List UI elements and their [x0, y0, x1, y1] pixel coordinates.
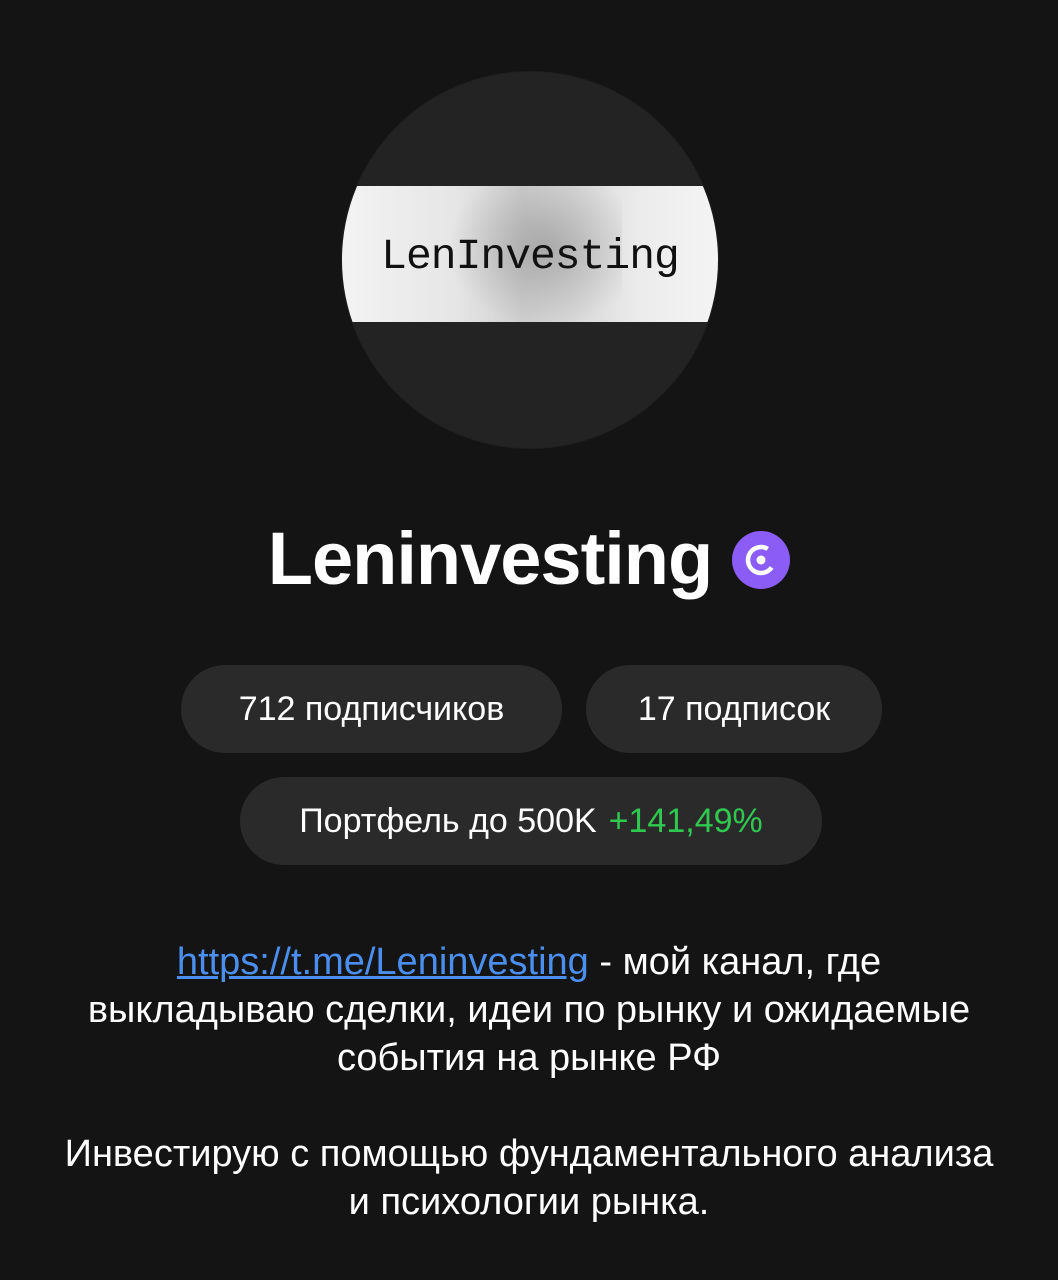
portfolio-gain: +141,49% [608, 801, 763, 840]
profile-name: Leninvesting [267, 516, 713, 600]
bio-paragraph-2: Инвестирую с помощью фундаментального ан… [64, 1133, 994, 1223]
bio-spacer [60, 1082, 998, 1130]
verified-author-icon[interactable] [732, 531, 791, 589]
followers-button[interactable]: 712 подписчиков [181, 665, 562, 753]
profile-bio: https://t.me/Leninvesting - мой канал, г… [60, 938, 998, 1226]
bio-paragraph-1: https://t.me/Leninvesting - мой канал, г… [60, 938, 998, 1082]
portfolio-button[interactable]: Портфель до 500K +141,49% [240, 777, 822, 865]
portfolio-label: Портфель до 500K [299, 801, 597, 840]
avatar-logo-text: LenInvesting [381, 231, 680, 281]
channel-link[interactable]: https://t.me/Leninvesting [177, 941, 589, 983]
following-count-label: 17 подписок [637, 689, 831, 728]
avatar[interactable]: LenInvesting [342, 72, 718, 448]
following-button[interactable]: 17 подписок [586, 665, 882, 753]
followers-count-label: 712 подписчиков [238, 689, 505, 728]
profile-header: Leninvesting [0, 510, 1058, 606]
verified-author-glyph [745, 544, 777, 576]
